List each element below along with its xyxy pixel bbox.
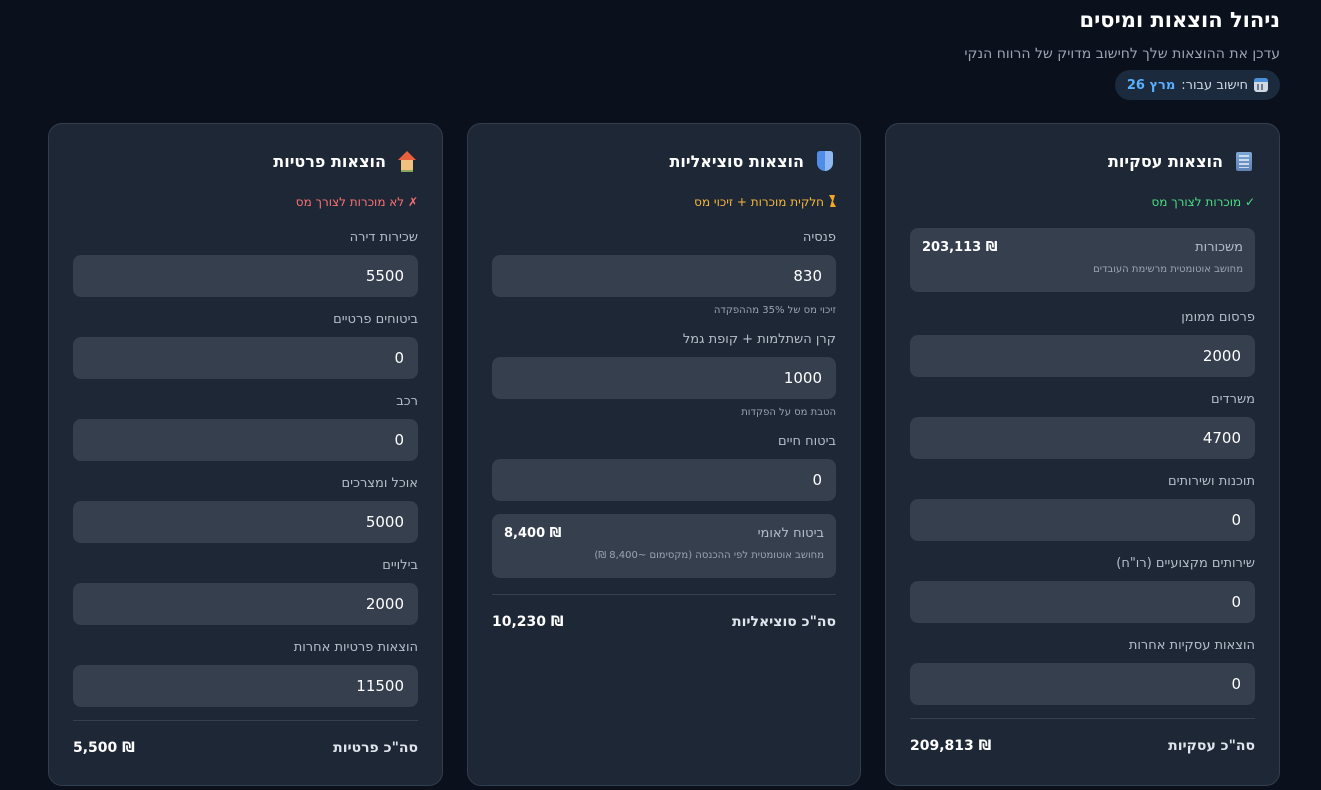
field-pension: פנסיה זיכוי מס של 35% מההפקדה bbox=[492, 230, 836, 317]
field-label: שכירות דירה bbox=[349, 230, 418, 245]
social-expenses-card: הוצאות סוציאליות חלקית מוכרות + זיכוי מס… bbox=[467, 123, 861, 786]
tax-status-note: ✓ מוכרות לצורך מס bbox=[1151, 195, 1255, 209]
field-label: קרן השתלמות + קופת גמל bbox=[682, 332, 836, 347]
tax-status-note: חלקית מוכרות + זיכוי מס bbox=[694, 194, 836, 210]
page-header: ניהול הוצאות ומיסים עדכן את ההוצאות שלך … bbox=[680, 6, 1280, 100]
card-header: הוצאות סוציאליות bbox=[669, 150, 836, 172]
field-offices: משרדים bbox=[910, 392, 1255, 459]
field-professional-services: שירותים מקצועיים (רו"ח) bbox=[910, 556, 1255, 623]
social-total-label: סה"כ סוציאליות bbox=[732, 614, 836, 630]
private-expenses-card: הוצאות פרטיות ✗ לא מוכרות לצורך מס שכירו… bbox=[48, 123, 443, 786]
field-label: פרסום ממומן bbox=[1181, 310, 1255, 325]
field-label: שירותים מקצועיים (רו"ח) bbox=[1116, 556, 1255, 571]
pension-input[interactable] bbox=[492, 255, 836, 297]
divider bbox=[492, 594, 836, 595]
field-label: תוכנות ושירותים bbox=[1167, 474, 1255, 489]
card-header: הוצאות עסקיות bbox=[1108, 150, 1255, 172]
period-value: מרץ 26 bbox=[1126, 77, 1176, 93]
divider bbox=[73, 720, 418, 721]
food-input[interactable] bbox=[73, 501, 418, 543]
study-fund-input[interactable] bbox=[492, 357, 836, 399]
private-total-label: סה"כ פרטיות bbox=[333, 740, 418, 756]
house-icon bbox=[396, 150, 418, 172]
business-total-value: 209,813 ₪ bbox=[910, 738, 992, 754]
calendar-icon bbox=[1254, 78, 1268, 92]
field-car: רכב bbox=[73, 394, 418, 461]
field-food: אוכל ומצרכים bbox=[73, 476, 418, 543]
private-insurance-input[interactable] bbox=[73, 337, 418, 379]
social-total-value: 10,230 ₪ bbox=[492, 614, 564, 630]
salaries-auto-box: משכורות 203,113 ₪ מחושב אוטומטית מרשימת … bbox=[910, 228, 1255, 292]
national-insurance-value: 8,400 ₪ bbox=[504, 526, 562, 541]
sponsored-ads-input[interactable] bbox=[910, 335, 1255, 377]
page-subtitle: עדכן את ההוצאות שלך לחישוב מדויק של הרוו… bbox=[964, 46, 1280, 62]
tax-status-note: ✗ לא מוכרות לצורך מס bbox=[295, 195, 418, 209]
salaries-label: משכורות bbox=[1195, 240, 1243, 255]
period-badge[interactable]: חישוב עבור: מרץ 26 bbox=[1114, 70, 1280, 100]
business-expenses-card: הוצאות עסקיות ✓ מוכרות לצורך מס משכורות … bbox=[885, 123, 1280, 786]
professional-services-input[interactable] bbox=[910, 581, 1255, 623]
card-title: הוצאות סוציאליות bbox=[669, 151, 804, 171]
other-private-input[interactable] bbox=[73, 665, 418, 707]
divider bbox=[910, 718, 1255, 719]
business-total-label: סה"כ עסקיות bbox=[1168, 738, 1255, 754]
salaries-description: מחושב אוטומטית מרשימת העובדים bbox=[1093, 264, 1243, 275]
field-label: הוצאות פרטיות אחרות bbox=[293, 640, 418, 655]
field-label: ביטוחים פרטיים bbox=[333, 312, 418, 327]
entertainment-input[interactable] bbox=[73, 583, 418, 625]
car-input[interactable] bbox=[73, 419, 418, 461]
expenses-page: ניהול הוצאות ומיסים עדכן את ההוצאות שלך … bbox=[0, 0, 1321, 790]
offices-input[interactable] bbox=[910, 417, 1255, 459]
field-label: בילויים bbox=[382, 558, 418, 573]
life-insurance-input[interactable] bbox=[492, 459, 836, 501]
field-rent: שכירות דירה bbox=[73, 230, 418, 297]
card-title: הוצאות פרטיות bbox=[273, 151, 386, 171]
field-study-fund: קרן השתלמות + קופת גמל הטבת מס על הפקדות bbox=[492, 332, 836, 419]
card-header: הוצאות פרטיות bbox=[273, 150, 418, 172]
other-business-input[interactable] bbox=[910, 663, 1255, 705]
field-entertainment: בילויים bbox=[73, 558, 418, 625]
field-label: פנסיה bbox=[802, 230, 836, 245]
field-label: רכב bbox=[396, 394, 418, 409]
tax-status-text: חלקית מוכרות + זיכוי מס bbox=[694, 195, 824, 209]
field-hint: הטבת מס על הפקדות bbox=[741, 407, 836, 418]
field-label: הוצאות עסקיות אחרות bbox=[1128, 638, 1255, 653]
field-other-private: הוצאות פרטיות אחרות bbox=[73, 640, 418, 707]
period-label: חישוב עבור: bbox=[1181, 77, 1248, 93]
page-title: ניהול הוצאות ומיסים bbox=[1079, 8, 1280, 32]
field-hint: זיכוי מס של 35% מההפקדה bbox=[713, 305, 836, 316]
field-label: אוכל ומצרכים bbox=[341, 476, 418, 491]
card-title: הוצאות עסקיות bbox=[1107, 151, 1223, 171]
field-software: תוכנות ושירותים bbox=[910, 474, 1255, 541]
field-sponsored-ads: פרסום ממומן bbox=[910, 310, 1255, 377]
field-other-business: הוצאות עסקיות אחרות bbox=[910, 638, 1255, 705]
field-label: ביטוח חיים bbox=[778, 434, 836, 449]
field-label: משרדים bbox=[1210, 392, 1255, 407]
software-input[interactable] bbox=[910, 499, 1255, 541]
field-life-insurance: ביטוח חיים bbox=[492, 434, 836, 501]
national-insurance-auto-box: ביטוח לאומי 8,400 ₪ מחושב אוטומטית לפי ה… bbox=[492, 514, 836, 578]
private-total-value: 5,500 ₪ bbox=[73, 740, 135, 756]
field-private-insurance: ביטוחים פרטיים bbox=[73, 312, 418, 379]
national-insurance-label: ביטוח לאומי bbox=[757, 526, 824, 541]
building-icon bbox=[1233, 150, 1255, 172]
national-insurance-description: מחושב אוטומטית לפי ההכנסה (מקסימום ~8,40… bbox=[594, 550, 824, 561]
shield-icon bbox=[814, 150, 836, 172]
salaries-value: 203,113 ₪ bbox=[922, 240, 998, 255]
lightning-icon bbox=[828, 195, 836, 207]
rent-input[interactable] bbox=[73, 255, 418, 297]
